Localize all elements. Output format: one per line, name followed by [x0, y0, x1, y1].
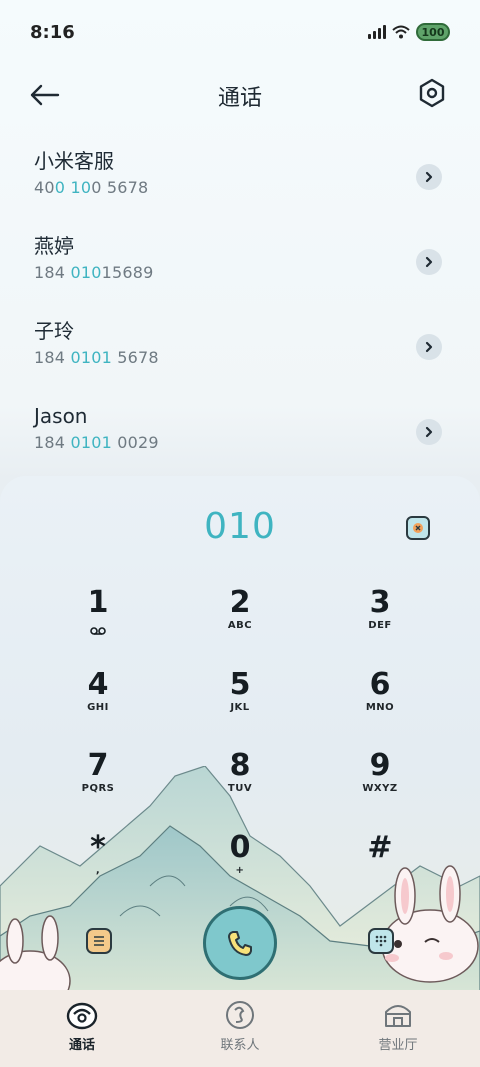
nav-calls[interactable]: 通话: [32, 1000, 132, 1053]
call-button[interactable]: [203, 906, 277, 980]
contact-list: 小米客服 400 100 5678 燕婷 184 01015689 子玲 184…: [0, 130, 480, 470]
key-letters: JKL: [230, 702, 250, 713]
key-letters: GHI: [87, 702, 109, 713]
key-digit: 1: [87, 585, 109, 620]
key-letters: ABC: [227, 620, 253, 631]
bottom-nav: 通话 联系人 营业厅: [0, 990, 480, 1067]
key-hash[interactable]: #: [320, 831, 440, 901]
key-star[interactable]: * ,: [38, 831, 158, 901]
contact-number: 400 100 5678: [34, 178, 149, 197]
key-0[interactable]: 0 +: [180, 831, 300, 901]
phone-tab-icon: [66, 1002, 98, 1030]
dialpad-toggle-button[interactable]: [368, 928, 394, 954]
phone-icon: [228, 931, 252, 956]
contact-number: 184 0101 0029: [34, 433, 159, 452]
battery-icon: 100: [416, 23, 450, 41]
chevron-right-icon: [425, 426, 433, 438]
settings-icon: [419, 78, 445, 108]
key-letters: ,: [95, 865, 101, 876]
signal-icon: [368, 25, 386, 39]
contact-name: 子玲: [34, 319, 74, 343]
menu-button[interactable]: [86, 928, 112, 954]
wifi-icon: [392, 25, 410, 39]
contact-item[interactable]: 燕婷 184 01015689: [0, 215, 480, 300]
key-digit: 9: [369, 748, 391, 783]
voicemail-icon: [90, 627, 106, 635]
menu-icon: [94, 936, 104, 946]
key-4[interactable]: 4 GHI: [38, 668, 158, 738]
page-title: 通话: [217, 86, 262, 111]
key-2[interactable]: 2 ABC: [180, 586, 300, 656]
key-digit: 4: [87, 667, 109, 702]
status-time: 8:16: [30, 22, 75, 43]
key-digit: 6: [369, 667, 391, 702]
backspace-icon: [413, 523, 423, 533]
nav-service[interactable]: 营业厅: [348, 1000, 448, 1053]
dialpad-icon: [375, 935, 387, 947]
contact-number: 184 01015689: [34, 263, 154, 282]
settings-button[interactable]: [418, 78, 448, 110]
key-digit: 5: [229, 667, 251, 702]
delete-button[interactable]: [406, 516, 430, 540]
key-letters: MNO: [365, 702, 395, 713]
contact-detail-button[interactable]: [416, 419, 442, 445]
contacts-tab-icon: [226, 1001, 254, 1029]
key-digit: 7: [87, 748, 109, 783]
key-letters: TUV: [227, 783, 253, 794]
contact-name: Jason: [34, 404, 88, 428]
key-digit: *: [90, 830, 106, 865]
key-digit: 8: [229, 748, 251, 783]
key-digit: #: [367, 830, 393, 865]
key-8[interactable]: 8 TUV: [180, 749, 300, 819]
nav-contacts[interactable]: 联系人: [190, 1000, 290, 1053]
contact-number: 184 0101 5678: [34, 348, 159, 367]
key-5[interactable]: 5 JKL: [180, 668, 300, 738]
key-9[interactable]: 9 WXYZ: [320, 749, 440, 819]
contact-item[interactable]: 子玲 184 0101 5678: [0, 300, 480, 385]
contact-item[interactable]: 小米客服 400 100 5678: [0, 130, 480, 215]
key-digit: 3: [369, 585, 391, 620]
key-1[interactable]: 1: [38, 586, 158, 656]
chevron-right-icon: [425, 171, 433, 183]
key-letters: WXYZ: [362, 783, 398, 794]
nav-label: 通话: [68, 1038, 95, 1053]
key-6[interactable]: 6 MNO: [320, 668, 440, 738]
contact-detail-button[interactable]: [416, 334, 442, 360]
store-tab-icon: [385, 1005, 411, 1027]
key-7[interactable]: 7 PQRS: [38, 749, 158, 819]
key-3[interactable]: 3 DEF: [320, 586, 440, 656]
status-bar: 8:16 100: [0, 0, 480, 68]
header: 通话: [0, 70, 480, 120]
dialpad-panel: 010 1 2 ABC 3 DEF 4 GHI 5 JKL 6 MNO 7 PQ…: [0, 476, 480, 996]
key-letters: PQRS: [81, 783, 115, 794]
status-icons: 100: [368, 23, 450, 41]
nav-label: 营业厅: [378, 1038, 418, 1053]
key-digit: 0: [229, 830, 251, 865]
contact-name: 燕婷: [34, 234, 74, 258]
nav-label: 联系人: [220, 1038, 260, 1053]
chevron-right-icon: [425, 256, 433, 268]
chevron-right-icon: [425, 341, 433, 353]
key-digit: 2: [229, 585, 251, 620]
key-letters: DEF: [368, 620, 392, 631]
contact-item[interactable]: Jason 184 0101 0029: [0, 385, 480, 470]
contact-detail-button[interactable]: [416, 164, 442, 190]
contact-detail-button[interactable]: [416, 249, 442, 275]
contact-name: 小米客服: [34, 149, 114, 173]
key-letters: +: [235, 865, 245, 876]
